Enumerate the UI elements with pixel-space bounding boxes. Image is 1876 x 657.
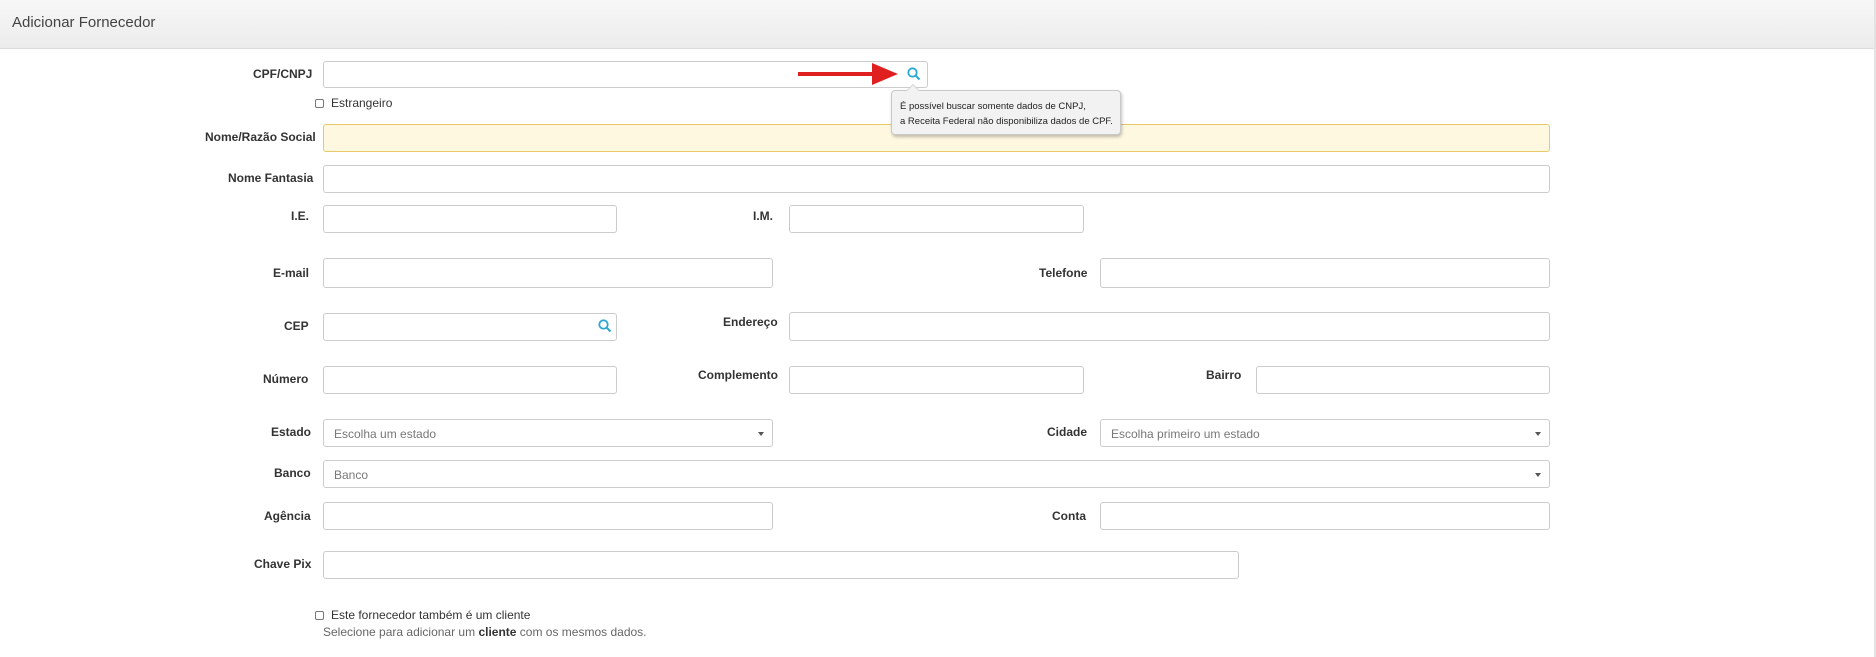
chevron-down-icon [1535,473,1541,477]
numero-label: Número [263,372,309,386]
help-suffix: com os mesmos dados. [519,625,647,639]
complemento-input[interactable] [789,366,1084,394]
cep-input[interactable] [323,313,617,341]
nome-razao-label: Nome/Razão Social [205,130,316,144]
nome-fantasia-label: Nome Fantasia [228,171,314,185]
im-input[interactable] [789,205,1084,233]
conta-label: Conta [1052,509,1086,523]
help-prefix: Selecione para adicionar um [323,625,476,639]
estado-label: Estado [271,425,312,439]
estado-placeholder: Escolha um estado [334,427,437,441]
page-title: Adicionar Fornecedor [12,14,156,31]
banco-label: Banco [274,466,311,480]
tambem-cliente-label: Este fornecedor também é um cliente [331,608,531,622]
banco-placeholder: Banco [334,468,369,482]
tambem-cliente-checkbox[interactable] [315,611,324,620]
bairro-label: Bairro [1206,368,1242,382]
telefone-input[interactable] [1100,258,1550,288]
chevron-down-icon [758,432,764,436]
im-label: I.M. [753,209,773,223]
chave-pix-input[interactable] [323,551,1239,579]
email-input[interactable] [323,258,773,288]
numero-input[interactable] [323,366,617,394]
tambem-cliente-help: Selecione para adicionar um cliente com … [323,625,647,639]
cep-label: CEP [284,319,309,333]
email-label: E-mail [273,266,310,280]
search-icon[interactable] [906,66,924,84]
chave-pix-label: Chave Pix [254,557,312,571]
estado-select[interactable]: Escolha um estado [323,419,773,447]
endereco-label: Endereço [723,315,778,329]
banco-select[interactable]: Banco [323,460,1550,488]
agencia-input[interactable] [323,502,773,530]
cnpj-tooltip: É possível buscar somente dados de CNPJ,… [891,84,1121,135]
cidade-select[interactable]: Escolha primeiro um estado [1100,419,1550,447]
nome-fantasia-input[interactable] [323,165,1550,193]
ie-input[interactable] [323,205,617,233]
tooltip-line-1: É possível buscar somente dados de CNPJ, [900,101,1086,112]
page-header: Adicionar Fornecedor [0,0,1876,49]
estrangeiro-checkbox[interactable] [315,99,324,108]
complemento-label: Complemento [698,368,779,382]
ie-label: I.E. [291,209,310,223]
help-bold: cliente [478,625,517,639]
tooltip-line-2: a Receita Federal não disponibiliza dado… [900,116,1113,127]
bairro-input[interactable] [1256,366,1550,394]
telefone-label: Telefone [1039,266,1088,280]
red-arrow-annotation [798,63,898,85]
endereco-input[interactable] [789,312,1550,341]
chevron-down-icon [1535,432,1541,436]
estrangeiro-label: Estrangeiro [331,96,393,110]
search-icon[interactable] [597,318,615,336]
cpf-cnpj-label: CPF/CNPJ [253,67,313,81]
conta-input[interactable] [1100,502,1550,530]
cidade-placeholder: Escolha primeiro um estado [1111,427,1260,441]
cidade-label: Cidade [1047,425,1088,439]
agencia-label: Agência [264,509,311,523]
